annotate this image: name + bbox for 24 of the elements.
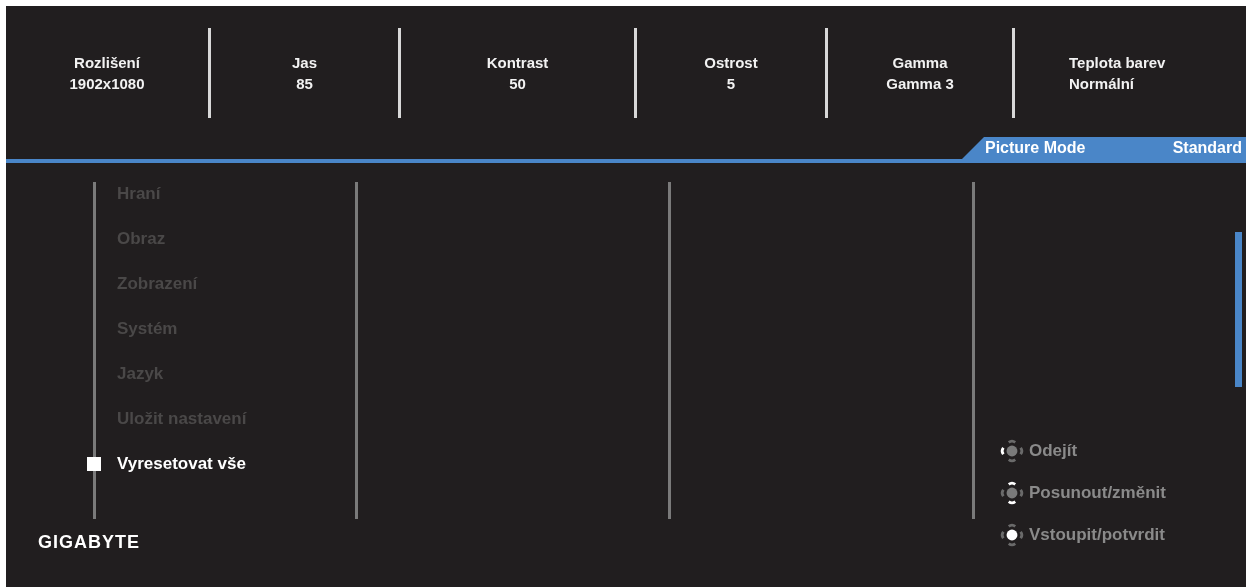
joystick-icon	[999, 522, 1025, 548]
menu-item[interactable]: Vyresetovat vše	[117, 454, 246, 474]
setting-value: Gamma 3	[886, 74, 954, 94]
setting-value: 50	[509, 74, 526, 94]
setting-label: Ostrost	[704, 53, 758, 73]
setting-label: Gamma	[892, 53, 948, 73]
hint-label: Odejít	[1029, 441, 1078, 461]
scrollbar[interactable]	[1235, 232, 1242, 387]
mode-value: Standard	[1172, 139, 1242, 157]
hint-label: Posunout/změnit	[1029, 483, 1166, 503]
setting-value: 85	[296, 74, 313, 94]
setting-label: Rozlišení	[74, 53, 140, 73]
joystick-icon	[999, 480, 1025, 506]
setting-label: Kontrast	[486, 53, 549, 73]
selection-marker	[87, 457, 101, 471]
setting-value: 5	[726, 74, 736, 94]
setting-label: Jas	[292, 53, 317, 73]
joystick-icon	[999, 438, 1025, 464]
setting-value: 1902x1080	[69, 74, 145, 94]
brand-logo: GIGABYTE	[38, 532, 140, 553]
setting-label: Teplota barev	[1069, 53, 1166, 73]
hint-label: Vstoupit/potvrdit	[1029, 525, 1165, 545]
setting-value: Normální	[1069, 74, 1134, 94]
mode-label: Picture Mode	[985, 139, 1086, 157]
